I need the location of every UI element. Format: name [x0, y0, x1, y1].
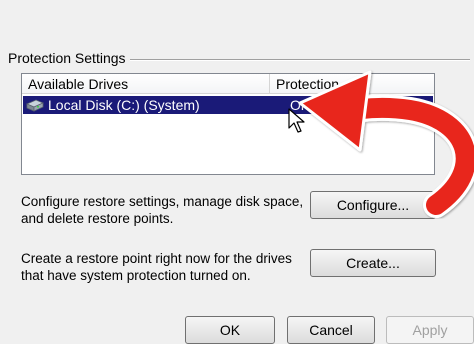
column-header-available-drives[interactable]: Available Drives: [22, 74, 270, 93]
apply-button: Apply: [386, 316, 474, 344]
configure-description: Configure restore settings, manage disk …: [21, 194, 304, 226]
column-header-protection[interactable]: Protection: [270, 74, 434, 93]
system-protection-dialog: Protection Settings Available Drives Pro…: [0, 0, 474, 344]
cancel-button[interactable]: Cancel: [287, 316, 375, 344]
mouse-cursor-icon: [288, 108, 305, 133]
hard-drive-icon: [26, 99, 44, 112]
create-description: Create a restore point right now for the…: [21, 251, 292, 283]
create-button[interactable]: Create...: [310, 249, 436, 277]
protection-settings-title: Protection Settings: [8, 50, 130, 66]
list-item[interactable]: Local Disk (C:) (System) On: [23, 96, 433, 114]
list-header: Available Drives Protection: [22, 74, 434, 94]
ok-button[interactable]: OK: [185, 316, 275, 344]
configure-button[interactable]: Configure...: [310, 191, 436, 219]
section-divider: [124, 59, 470, 61]
drive-name: Local Disk (C:) (System): [48, 97, 200, 113]
available-drives-list[interactable]: Available Drives Protection Local Disk (…: [21, 73, 435, 175]
